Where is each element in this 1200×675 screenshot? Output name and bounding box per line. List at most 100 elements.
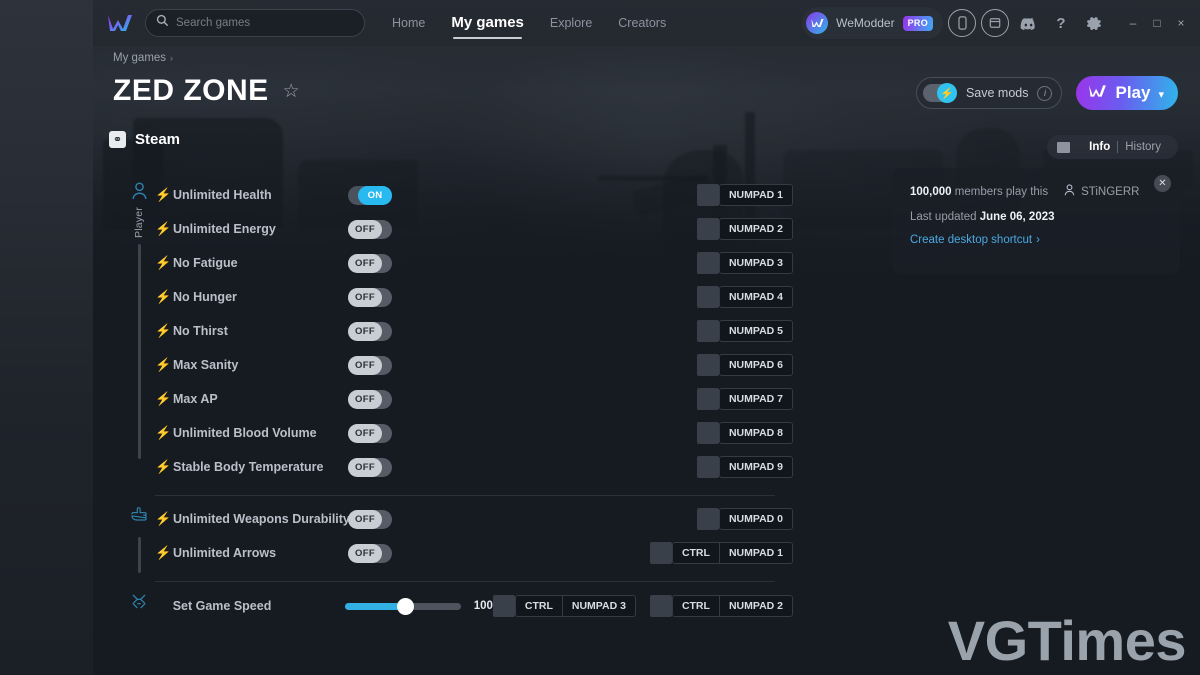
hotkey-cap: NUMPAD 4: [728, 291, 783, 303]
save-mods-toggle[interactable]: ⚡ Save mods i: [915, 77, 1063, 109]
hotkey-group[interactable]: NUMPAD 1: [718, 184, 793, 206]
hotkey-group[interactable]: NUMPAD 7: [718, 388, 793, 410]
hotkey-binding[interactable]: NUMPAD 2: [696, 218, 793, 240]
hotkey-group[interactable]: CTRL NUMPAD 3: [514, 595, 636, 617]
hotkey-modifier-slot[interactable]: [696, 286, 719, 308]
hotkey-group[interactable]: NUMPAD 2: [718, 218, 793, 240]
hotkey-binding[interactable]: NUMPAD 7: [696, 388, 793, 410]
hotkey-group[interactable]: NUMPAD 6: [718, 354, 793, 376]
close-icon[interactable]: ✕: [1154, 175, 1171, 192]
hotkey-binding[interactable]: NUMPAD 8: [696, 422, 793, 444]
hotkey-binding[interactable]: NUMPAD 1: [696, 184, 793, 206]
hotkey-binding[interactable]: NUMPAD 4: [696, 286, 793, 308]
hotkey-modifier-slot[interactable]: [649, 542, 672, 564]
minimize-button[interactable]: –: [1122, 12, 1144, 34]
cheat-toggle[interactable]: OFF: [348, 287, 392, 307]
hotkey-modifier-slot[interactable]: [696, 422, 719, 444]
avatar: [806, 12, 829, 34]
hotkey-binding-increase[interactable]: CTRL NUMPAD 3: [492, 595, 636, 617]
hotkey-modifier-slot[interactable]: [696, 184, 719, 206]
help-icon[interactable]: ?: [1047, 9, 1075, 37]
star-icon[interactable]: ☆: [283, 80, 300, 103]
search-input[interactable]: [176, 17, 354, 29]
gear-icon[interactable]: [1080, 9, 1108, 37]
cheat-toggle[interactable]: OFF: [348, 543, 392, 563]
cheat-name: Stable Body Temperature: [173, 460, 324, 474]
last-updated-date: June 06, 2023: [979, 211, 1055, 223]
hotkey-group[interactable]: NUMPAD 4: [718, 286, 793, 308]
hotkey-cap: CTRL: [681, 547, 710, 559]
last-updated-label: Last updated: [910, 211, 977, 223]
bolt-icon: ⚡: [936, 83, 957, 103]
hotkey-modifier-slot[interactable]: [696, 388, 719, 410]
hotkey-group[interactable]: CTRL NUMPAD 1: [671, 542, 793, 564]
hotkey-binding[interactable]: NUMPAD 5: [696, 320, 793, 342]
cheat-toggle[interactable]: OFF: [348, 423, 392, 443]
search-box[interactable]: [145, 9, 365, 37]
hotkey-cap: CTRL: [524, 600, 553, 612]
cheat-name: Max AP: [173, 392, 218, 406]
cheat-toggle[interactable]: OFF: [348, 355, 392, 375]
nav-item-home[interactable]: Home: [392, 16, 425, 31]
tab-history[interactable]: History: [1118, 141, 1168, 153]
play-button[interactable]: Play ▾: [1076, 76, 1178, 110]
game-misc-icon: [130, 588, 148, 614]
cheat-toggle[interactable]: OFF: [348, 253, 392, 273]
hotkey-binding[interactable]: CTRL NUMPAD 1: [649, 542, 793, 564]
phone-icon[interactable]: [948, 9, 976, 37]
close-button[interactable]: ×: [1170, 12, 1192, 34]
cheat-group-weapons: ⚡ Unlimited Weapons Durability OFF NUMPA…: [93, 502, 793, 573]
hotkey-binding-decrease[interactable]: CTRL NUMPAD 2: [649, 595, 793, 617]
game-speed-slider[interactable]: [344, 597, 461, 615]
breadcrumb[interactable]: My games ›: [113, 52, 173, 64]
cheat-name: Max Sanity: [173, 358, 239, 372]
maximize-button[interactable]: □: [1146, 12, 1168, 34]
hotkey-group[interactable]: NUMPAD 5: [718, 320, 793, 342]
cheat-toggle[interactable]: OFF: [348, 389, 392, 409]
hotkey-binding[interactable]: NUMPAD 3: [696, 252, 793, 274]
cheat-toggle[interactable]: OFF: [348, 219, 392, 239]
flag-icon[interactable]: [1057, 141, 1071, 153]
nav-item-creators[interactable]: Creators: [618, 16, 666, 31]
info-icon[interactable]: i: [1037, 85, 1053, 101]
hotkey-modifier-slot[interactable]: [696, 508, 719, 530]
hotkey-group[interactable]: NUMPAD 9: [718, 456, 793, 478]
nav-item-explore[interactable]: Explore: [550, 16, 592, 31]
hotkey-group[interactable]: CTRL NUMPAD 2: [671, 595, 793, 617]
hotkey-modifier-slot[interactable]: [696, 320, 719, 342]
game-speed-value: 100: [473, 600, 493, 612]
hotkey-binding[interactable]: NUMPAD 0: [696, 508, 793, 530]
hotkey-group[interactable]: NUMPAD 3: [718, 252, 793, 274]
bolt-icon: ⚡: [155, 289, 172, 304]
hotkey-modifier-slot[interactable]: [696, 218, 719, 240]
last-updated-row: Last updated June 06, 2023: [910, 211, 1162, 223]
group-rail: Player: [123, 178, 155, 459]
chevron-down-icon[interactable]: ▾: [1158, 88, 1164, 101]
account-pill[interactable]: WeModder PRO: [802, 7, 943, 39]
discord-icon[interactable]: [1014, 9, 1042, 37]
nav-item-my-games[interactable]: My games: [451, 14, 524, 39]
hotkey-modifier-slot[interactable]: [696, 252, 719, 274]
save-mods-switch[interactable]: ⚡: [922, 83, 957, 103]
window-icon[interactable]: [981, 9, 1009, 37]
hotkey-binding[interactable]: NUMPAD 6: [696, 354, 793, 376]
hotkey-group[interactable]: NUMPAD 8: [718, 422, 793, 444]
person-icon: [131, 178, 148, 204]
cheat-toggle[interactable]: OFF: [348, 457, 392, 477]
hotkey-modifier-slot[interactable]: [649, 595, 672, 617]
hotkey-group[interactable]: NUMPAD 0: [718, 508, 793, 530]
create-desktop-shortcut-link[interactable]: Create desktop shortcut ›: [910, 234, 1162, 246]
hotkey-binding[interactable]: NUMPAD 9: [696, 456, 793, 478]
cheat-toggle[interactable]: ON: [348, 185, 392, 205]
hotkey-modifier-slot[interactable]: [492, 595, 515, 617]
wemod-logo-icon[interactable]: [105, 8, 135, 38]
cheat-toggle[interactable]: OFF: [348, 509, 392, 529]
cheat-rows: ⚡ Unlimited Weapons Durability OFF NUMPA…: [155, 502, 793, 570]
cheat-row: ⚡ Unlimited Weapons Durability OFF NUMPA…: [155, 502, 793, 536]
hotkey-modifier-slot[interactable]: [696, 354, 719, 376]
tab-info[interactable]: Info: [1082, 141, 1117, 153]
slider-knob[interactable]: [397, 597, 414, 615]
cheat-row: ⚡ No Fatigue OFF NUMPAD 3: [155, 246, 793, 280]
cheat-toggle[interactable]: OFF: [348, 321, 392, 341]
hotkey-modifier-slot[interactable]: [696, 456, 719, 478]
